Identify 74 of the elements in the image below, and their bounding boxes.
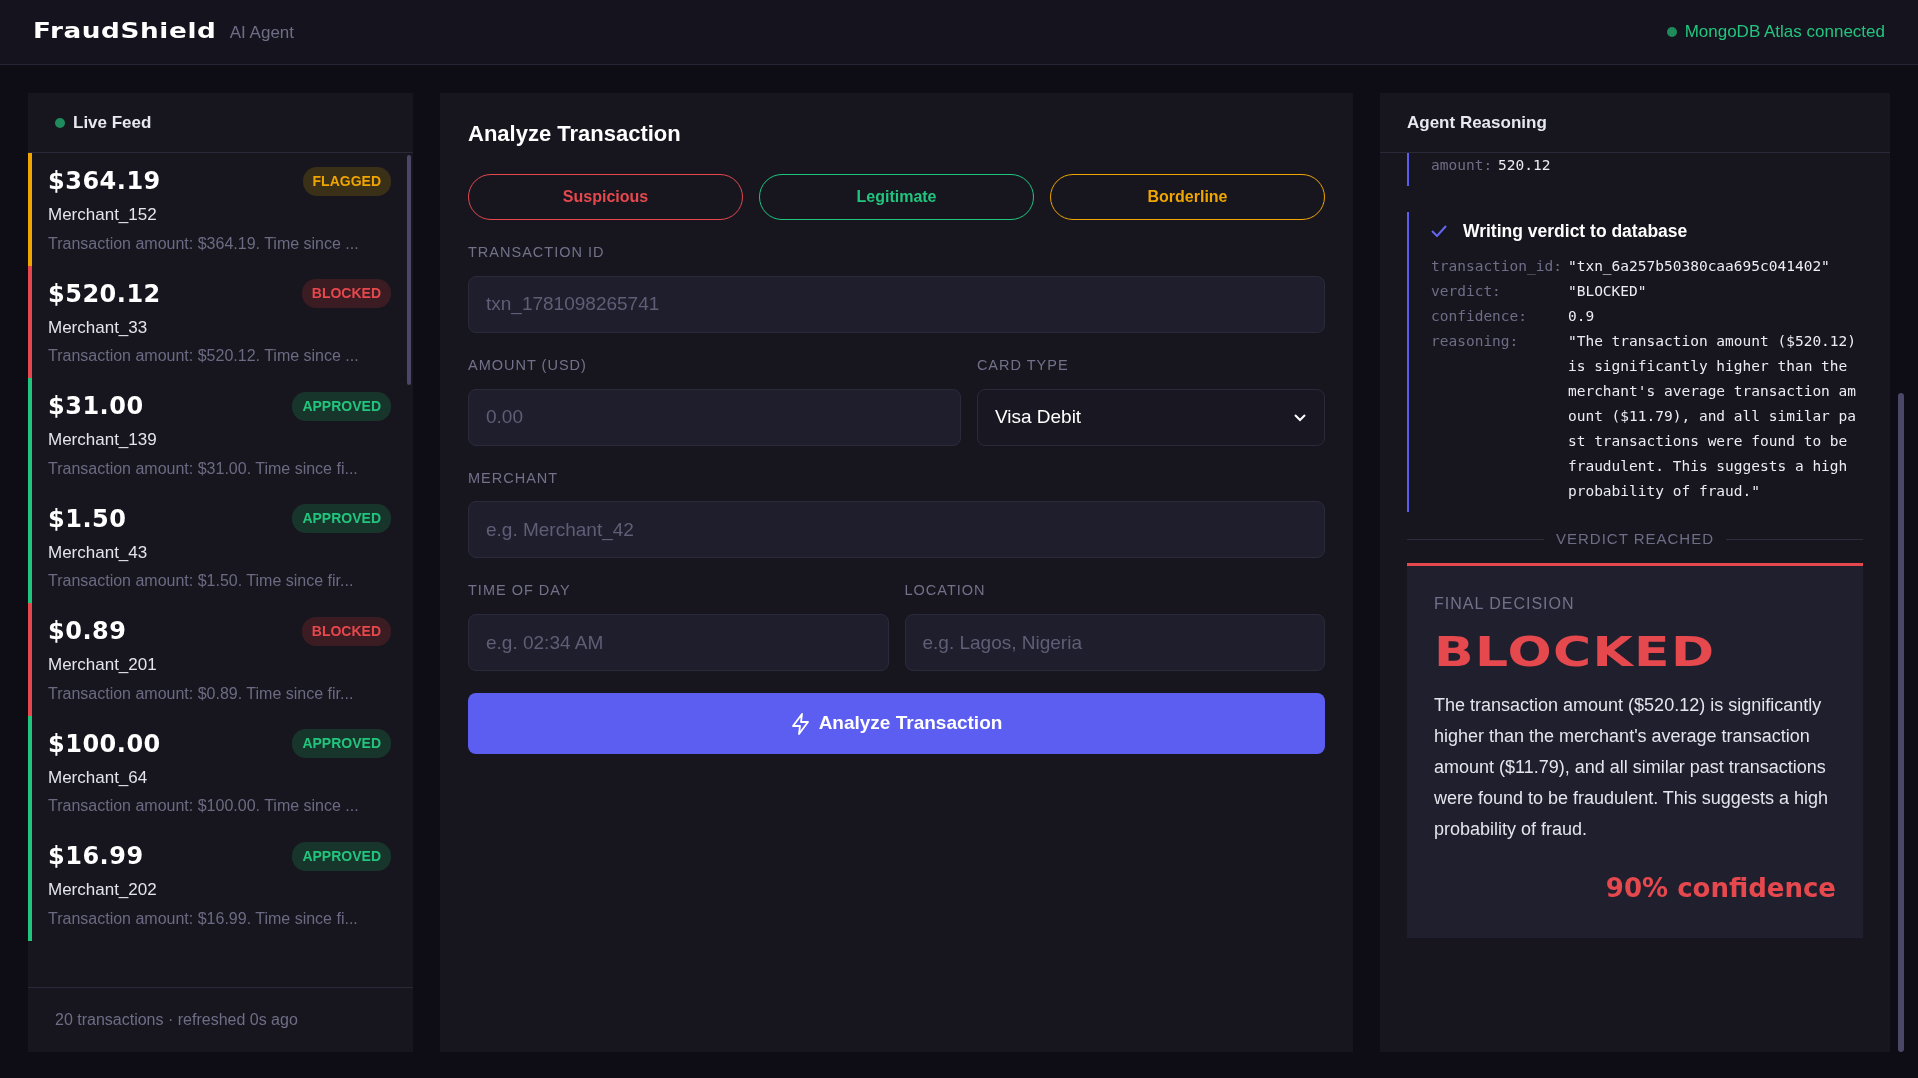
transaction-summary: Transaction amount: $1.50. Time since fir... xyxy=(48,571,355,591)
field-label: TRANSACTION ID xyxy=(468,243,606,262)
card-type-select[interactable]: Visa Debit xyxy=(976,388,1325,446)
amount-text: $1.50 xyxy=(48,503,127,535)
status-dot xyxy=(1666,27,1677,37)
field-key: reasoning: xyxy=(1431,329,1562,505)
transaction-summary: Transaction amount: $16.99. Time since fi... xyxy=(48,908,359,929)
input-field[interactable]: 0.00 xyxy=(468,388,961,446)
merchant-name: Merchant_139 xyxy=(48,429,158,451)
amount-text: $31.00 xyxy=(48,391,144,422)
transaction-summary: Transaction amount: $520.12. Time since ... xyxy=(48,346,360,366)
status-badge: FLAGGED xyxy=(302,166,391,196)
merchant-name: Merchant_152 xyxy=(48,204,158,226)
field-key: transaction_id: xyxy=(1431,254,1562,280)
feed-status: 20 transactions · refreshed 0s ago xyxy=(55,1010,298,1030)
status-badge: BLOCKED xyxy=(301,279,391,308)
scrollbar-thumb[interactable] xyxy=(1898,393,1904,1052)
merchant-name: Merchant_33 xyxy=(48,316,149,339)
amount-text: $16.99 xyxy=(48,841,144,872)
feed-item[interactable]: $1.50 APPROVED Merchant_43 Transaction amount: $1.50. Time since fir... xyxy=(28,490,413,603)
field-label: MERCHANT xyxy=(468,468,560,488)
status-badge: APPROVED xyxy=(292,729,391,758)
input-field[interactable]: e.g. 02:34 AM xyxy=(468,614,889,671)
step-title: Writing verdict to database xyxy=(1463,220,1688,243)
merchant-name: Merchant_202 xyxy=(48,879,158,901)
panel-title: Analyze Transaction xyxy=(468,120,682,148)
field-key: amount: xyxy=(1431,153,1493,178)
decision-explanation: The transaction amount ($520.12) is significantly higher than the merchant's average transaction amount ($11.79), and all similar past transactions were found to be fraudulent. This suggests a high probability of fraud. xyxy=(1434,693,1829,841)
input-field[interactable]: txn_1781098265741 xyxy=(468,275,1325,333)
input-field[interactable]: e.g. Lagos, Nigeria xyxy=(904,614,1325,671)
amount-text: $364.19 xyxy=(48,166,161,197)
merchant-name: Merchant_43 xyxy=(48,541,149,564)
field-value: "txn_6a257b50380caa695c041402" xyxy=(1567,257,1831,277)
field-label: AMOUNT (USD) xyxy=(468,355,588,375)
verdict-text: BLOCKED xyxy=(1434,629,1716,674)
field-key: confidence: xyxy=(1431,304,1562,330)
field-value: "BLOCKED" xyxy=(1567,282,1648,302)
merchant-name: Merchant_201 xyxy=(48,654,158,676)
app-subtitle: AI Agent xyxy=(229,22,295,45)
app-logo: FraudShield xyxy=(33,18,217,46)
amount-text: $100.00 xyxy=(48,728,161,760)
panel-title: Agent Reasoning xyxy=(1407,111,1547,134)
field-label: TIME OF DAY xyxy=(468,581,572,601)
feed-item[interactable]: $31.00 APPROVED Merchant_139 Transaction amount: $31.00. Time since fi... xyxy=(28,378,413,491)
panel-title: Live Feed xyxy=(73,111,152,134)
field-value: 520.12 xyxy=(1498,156,1552,175)
connection-status: MongoDB Atlas connected xyxy=(1684,21,1885,44)
field-label: CARD TYPE xyxy=(976,355,1070,375)
status-badge: BLOCKED xyxy=(301,616,391,646)
field-label: LOCATION xyxy=(904,581,987,601)
feed-item[interactable]: $100.00 APPROVED Merchant_64 Transaction amount: $100.00. Time since ... xyxy=(28,715,413,828)
status-badge: APPROVED xyxy=(292,504,391,533)
transaction-summary: Transaction amount: $100.00. Time since ... xyxy=(48,796,360,816)
field-key: verdict: xyxy=(1431,279,1562,305)
feed-item[interactable]: $0.89 BLOCKED Merchant_201 Transaction amount: $0.89. Time since fir... xyxy=(28,603,413,716)
transaction-summary: Transaction amount: $0.89. Time since fir... xyxy=(48,683,355,704)
feed-item[interactable]: $16.99 APPROVED Merchant_202 Transaction amount: $16.99. Time since fi... xyxy=(28,828,413,941)
transaction-summary: Transaction amount: $31.00. Time since fi... xyxy=(48,458,359,479)
scrollbar-thumb[interactable] xyxy=(407,155,411,385)
amount-text: $520.12 xyxy=(48,278,161,310)
decision-label: FINAL DECISION xyxy=(1434,593,1576,614)
transaction-summary: Transaction amount: $364.19. Time since ... xyxy=(48,233,360,254)
field-value: "The transaction amount ($520.12) is significantly higher than the merchant's average transaction amount ($11.79), and all similar past transactions were found to be fraudulent. This suggests a high probability of fraud." xyxy=(1567,332,1858,502)
status-badge: APPROVED xyxy=(292,841,391,871)
field-value: 0.9 xyxy=(1567,307,1596,327)
amount-text: $0.89 xyxy=(48,616,127,647)
input-field[interactable]: e.g. Merchant_42 xyxy=(468,501,1325,559)
lightning-icon xyxy=(790,712,811,735)
confidence-text: 90% confidence xyxy=(1605,871,1836,905)
analyze-button[interactable]: Analyze Transaction xyxy=(468,693,1325,754)
divider-label: VERDICT REACHED xyxy=(1555,529,1715,550)
live-dot xyxy=(55,117,65,128)
status-badge: APPROVED xyxy=(292,391,391,421)
merchant-name: Merchant_64 xyxy=(48,766,149,789)
